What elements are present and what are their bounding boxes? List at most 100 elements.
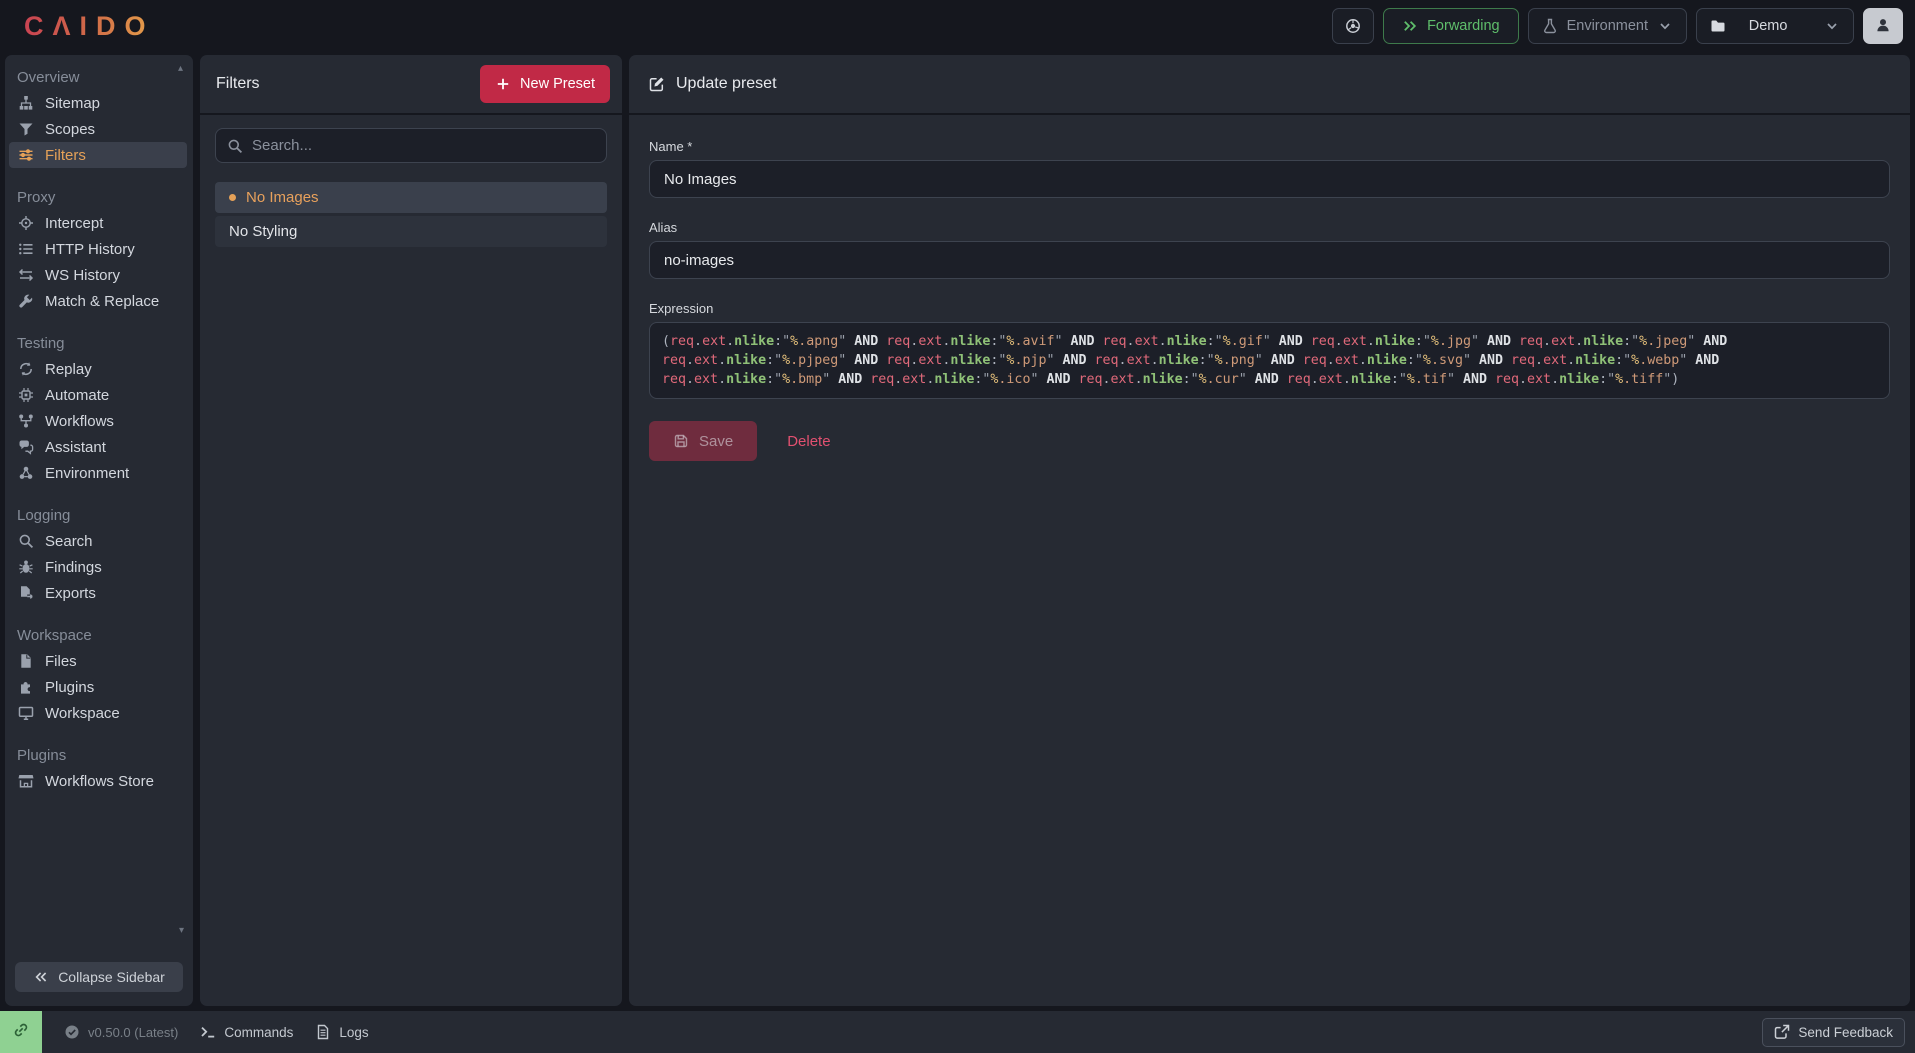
- main-area: ▴ OverviewSitemapScopesFiltersProxyInter…: [0, 52, 1915, 1011]
- filters-panel: Filters New Preset No ImagesNo Styling: [200, 55, 622, 1006]
- version-label: v0.50.0 (Latest): [88, 1025, 178, 1040]
- list-icon: [17, 241, 35, 257]
- sidebar-item-label: Intercept: [45, 215, 103, 232]
- sidebar-item-label: Environment: [45, 465, 129, 482]
- sidebar-item-http-history[interactable]: HTTP History: [9, 236, 187, 262]
- sidebar-item-label: HTTP History: [45, 241, 135, 258]
- sidebar-item-scopes[interactable]: Scopes: [9, 116, 187, 142]
- app-root: CΛIDO Forwarding Environment Demo: [0, 0, 1915, 1053]
- alias-label: Alias: [649, 220, 1890, 235]
- new-preset-button[interactable]: New Preset: [480, 65, 610, 103]
- save-button[interactable]: Save: [649, 421, 757, 461]
- expression-label: Expression: [649, 301, 1890, 316]
- update-preset-panel: Update preset Name * Alias Expression (r…: [629, 55, 1910, 1006]
- sidebar-item-ws-history[interactable]: WS History: [9, 262, 187, 288]
- sidebar-item-filters[interactable]: Filters: [9, 142, 187, 168]
- name-field[interactable]: [649, 160, 1890, 198]
- sidebar-item-workflows-store[interactable]: Workflows Store: [9, 768, 187, 794]
- forwarding-button[interactable]: Forwarding: [1383, 8, 1519, 44]
- sidebar-item-label: Automate: [45, 387, 109, 404]
- sidebar-item-label: WS History: [45, 267, 120, 284]
- delete-button[interactable]: Delete: [787, 433, 830, 450]
- chevron-down-icon: [1824, 18, 1840, 34]
- commands-button[interactable]: Commands: [200, 1024, 293, 1040]
- sidebar-item-workspace[interactable]: Workspace: [9, 700, 187, 726]
- sidebar-section-logging: LoggingSearchFindingsExports: [5, 505, 193, 606]
- save-icon: [673, 433, 689, 449]
- forward-icon: [1402, 18, 1418, 34]
- sliders-icon: [17, 147, 35, 163]
- browser-button[interactable]: [1332, 8, 1374, 44]
- bug-icon: [17, 559, 35, 575]
- save-label: Save: [699, 433, 733, 450]
- sidebar-item-label: Workspace: [45, 705, 120, 722]
- chip-icon: [17, 387, 35, 403]
- nodes-icon: [17, 465, 35, 481]
- plus-icon: [495, 76, 511, 92]
- preset-item-no-styling[interactable]: No Styling: [215, 216, 607, 247]
- sidebar-item-sitemap[interactable]: Sitemap: [9, 90, 187, 116]
- preset-search: [215, 128, 607, 163]
- sidebar-item-assistant[interactable]: Assistant: [9, 434, 187, 460]
- alias-field[interactable]: [649, 241, 1890, 279]
- caido-logo: CΛIDO: [24, 11, 155, 42]
- version-indicator: v0.50.0 (Latest): [64, 1024, 178, 1040]
- puzzle-icon: [17, 679, 35, 695]
- sidebar-item-exports[interactable]: Exports: [9, 580, 187, 606]
- sidebar-item-intercept[interactable]: Intercept: [9, 210, 187, 236]
- preset-form: Name * Alias Expression (req.ext.nlike:"…: [629, 115, 1910, 485]
- update-preset-title: Update preset: [676, 75, 777, 93]
- sidebar-item-automate[interactable]: Automate: [9, 382, 187, 408]
- logs-button[interactable]: Logs: [315, 1024, 368, 1040]
- send-feedback-label: Send Feedback: [1798, 1025, 1893, 1040]
- flask-icon: [1542, 18, 1558, 34]
- sidebar-section-workspace: WorkspaceFilesPluginsWorkspace: [5, 625, 193, 726]
- project-select[interactable]: Demo: [1696, 8, 1854, 44]
- sidebar-section-testing: TestingReplayAutomateWorkflowsAssistantE…: [5, 333, 193, 486]
- sidebar-item-label: Sitemap: [45, 95, 100, 112]
- account-button[interactable]: [1863, 8, 1903, 44]
- crosshair-icon: [17, 215, 35, 231]
- statusbar: v0.50.0 (Latest) Commands Logs Send Feed…: [0, 1011, 1915, 1053]
- workflow-icon: [17, 413, 35, 429]
- sidebar-section-label: Plugins: [5, 745, 193, 768]
- sidebar-section-label: Proxy: [5, 187, 193, 210]
- sidebar-item-replay[interactable]: Replay: [9, 356, 187, 382]
- sidebar-section-overview: OverviewSitemapScopesFilters: [5, 67, 193, 168]
- sidebar-item-files[interactable]: Files: [9, 648, 187, 674]
- sidebar-item-search[interactable]: Search: [9, 528, 187, 554]
- sidebar-item-findings[interactable]: Findings: [9, 554, 187, 580]
- sidebar-item-label: Search: [45, 533, 93, 550]
- scroll-down-icon: ▾: [179, 925, 184, 936]
- send-feedback-button[interactable]: Send Feedback: [1762, 1018, 1905, 1047]
- preset-item-no-images[interactable]: No Images: [215, 182, 607, 213]
- funnel-icon: [17, 121, 35, 137]
- environment-select[interactable]: Environment: [1528, 8, 1687, 44]
- file-icon: [17, 653, 35, 669]
- topbar: CΛIDO Forwarding Environment Demo: [0, 0, 1915, 52]
- sidebar-item-match-replace[interactable]: Match & Replace: [9, 288, 187, 314]
- expression-editor[interactable]: (req.ext.nlike:"%.apng" AND req.ext.nlik…: [649, 322, 1890, 399]
- sidebar-item-label: Match & Replace: [45, 293, 159, 310]
- sidebar-item-label: Replay: [45, 361, 92, 378]
- search-icon: [227, 138, 243, 154]
- preset-item-label: No Images: [246, 189, 319, 206]
- update-preset-header: Update preset: [629, 55, 1910, 115]
- connection-button[interactable]: [0, 1011, 42, 1053]
- sidebar-item-environment[interactable]: Environment: [9, 460, 187, 486]
- sidebar-item-label: Scopes: [45, 121, 95, 138]
- collapse-sidebar-button[interactable]: Collapse Sidebar: [15, 962, 183, 992]
- sidebar-item-label: Workflows: [45, 413, 114, 430]
- external-link-icon: [1774, 1024, 1790, 1040]
- sidebar-item-workflows[interactable]: Workflows: [9, 408, 187, 434]
- collapse-sidebar-label: Collapse Sidebar: [58, 969, 165, 985]
- sidebar-item-plugins[interactable]: Plugins: [9, 674, 187, 700]
- file-export-icon: [17, 585, 35, 601]
- project-select-label: Demo: [1749, 18, 1788, 34]
- preset-search-input[interactable]: [252, 137, 595, 154]
- section-collapse-icon[interactable]: ▴: [178, 63, 183, 74]
- store-icon: [17, 773, 35, 789]
- form-actions: Save Delete: [649, 421, 1890, 461]
- search-icon: [17, 533, 35, 549]
- logs-label: Logs: [339, 1025, 368, 1040]
